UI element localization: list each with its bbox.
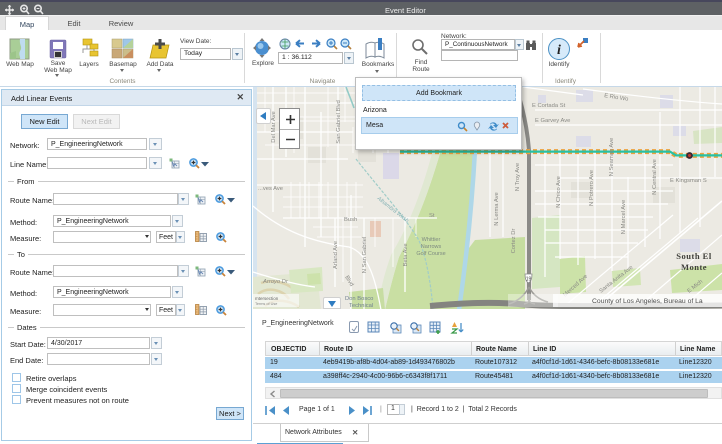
svg-text:Del Mar Ave: Del Mar Ave [271, 111, 277, 142]
svg-text:N Potrero Ave: N Potrero Ave [589, 170, 595, 206]
svg-text:Golf Course: Golf Course [416, 251, 445, 257]
svg-text:Cortez Dr: Cortez Dr [511, 229, 517, 254]
svg-text:South El: South El [676, 251, 712, 261]
svg-text:Arroyo Dr: Arroyo Dr [262, 279, 289, 285]
svg-text:Narrows: Narrows [421, 244, 442, 250]
svg-text:E Cortada St: E Cortada St [532, 103, 566, 109]
svg-text:Monte: Monte [681, 262, 707, 272]
svg-text:Terms of Use: Terms of Use [255, 302, 277, 306]
svg-text:mtersection: mtersection [255, 296, 279, 301]
svg-text:N Troy Ave: N Troy Ave [515, 163, 521, 191]
svg-text:N San Gabriel: N San Gabriel [362, 237, 368, 273]
svg-text:N Lerma Ave: N Lerma Ave [494, 192, 500, 225]
svg-text:N Marcel Ave: N Marcel Ave [621, 200, 627, 234]
svg-text:E Kingsman S: E Kingsman S [670, 178, 707, 184]
svg-text:County of Los Angeles, Bureau: County of Los Angeles, Bureau of La [592, 298, 703, 305]
svg-text:...ves Ave: ...ves Ave [258, 186, 283, 192]
svg-text:St: St [429, 213, 435, 219]
svg-text:E Garvey Ave: E Garvey Ave [535, 118, 570, 124]
svg-text:Bush: Bush [344, 217, 357, 223]
svg-text:Beta Ave: Beta Ave [403, 243, 409, 266]
svg-text:Whittier: Whittier [422, 237, 441, 243]
svg-text:N Central Ave: N Central Ave [652, 159, 658, 195]
svg-text:19: 19 [526, 277, 532, 283]
svg-text:Don Bosco: Don Bosco [345, 296, 373, 302]
svg-text:i: i [557, 43, 561, 58]
svg-text:San Gabriel Blvd: San Gabriel Blvd [336, 100, 342, 144]
svg-text:N Chico Ave: N Chico Ave [556, 176, 562, 208]
svg-text:N Seaman Ave: N Seaman Ave [609, 138, 615, 177]
svg-text:Arland Ave: Arland Ave [333, 241, 339, 269]
